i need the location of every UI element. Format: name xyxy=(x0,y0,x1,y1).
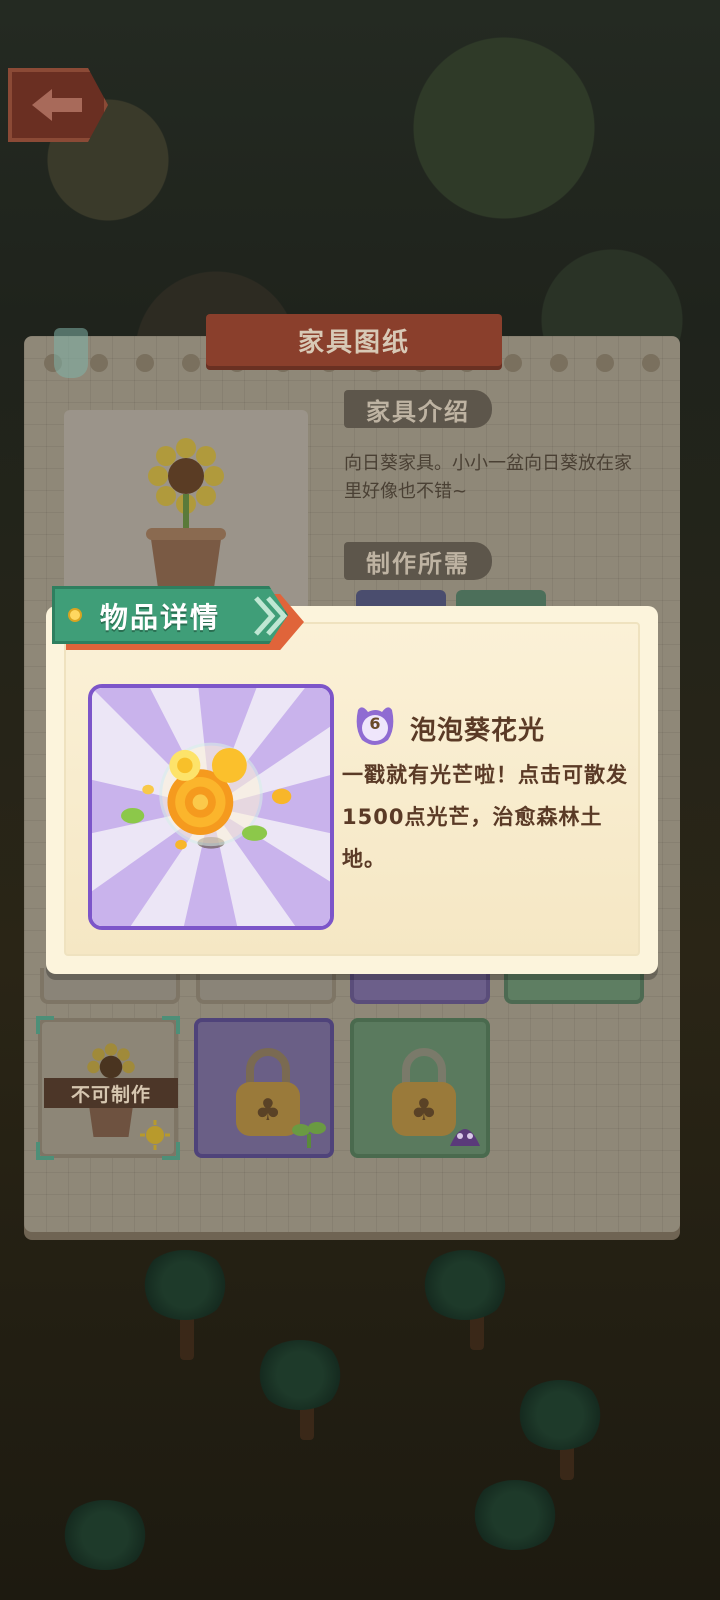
panel-title: 家具图纸 xyxy=(206,314,502,366)
selection-corner xyxy=(162,1016,180,1034)
paper-clip-icon xyxy=(54,328,88,378)
item-image-frame xyxy=(88,684,334,930)
intro-text: 向日葵家具。小小一盆向日葵放在家里好像也不错~ xyxy=(344,453,632,502)
chevron-right-icon xyxy=(254,596,288,636)
tree xyxy=(255,1340,345,1410)
back-arrow-icon xyxy=(32,89,82,121)
popup-title: 物品详情 xyxy=(100,601,221,634)
furniture-preview xyxy=(64,410,308,610)
svg-text:♣: ♣ xyxy=(411,1093,438,1128)
selection-corner xyxy=(36,1142,54,1160)
sunflower-pot-icon xyxy=(146,438,226,588)
tree xyxy=(60,1500,150,1570)
item-name: 泡泡葵花光 xyxy=(410,716,546,746)
requirements-label: 制作所需 xyxy=(344,542,492,580)
item-description: 一戳就有光芒啦！点击可散发1500点光芒，治愈森林土地。 xyxy=(342,763,628,871)
blueprint-slot-cannot-craft[interactable]: 不可制作 xyxy=(36,1016,180,1160)
sprout-icon xyxy=(292,1122,326,1148)
blueprint-slot-locked[interactable]: ♣ xyxy=(194,1018,334,1158)
ribbon-dot-icon xyxy=(68,608,82,622)
svg-text:♣: ♣ xyxy=(255,1093,282,1128)
purple-monster-icon xyxy=(450,1129,480,1146)
intro-label: 家具介绍 xyxy=(344,390,492,428)
tree xyxy=(515,1380,605,1450)
level-number: 6 xyxy=(369,714,381,733)
bubble-flower-light-icon xyxy=(92,688,330,926)
popup-title-ribbon: 物品详情 xyxy=(52,586,304,650)
tree xyxy=(420,1250,510,1320)
cannot-craft-label: 不可制作 xyxy=(44,1078,178,1108)
selection-corner xyxy=(36,1016,54,1034)
tree xyxy=(140,1250,230,1320)
blueprint-slot-locked[interactable]: ♣ xyxy=(350,1018,490,1158)
back-button[interactable] xyxy=(8,68,108,142)
selection-corner xyxy=(162,1142,180,1160)
tree xyxy=(470,1480,560,1550)
